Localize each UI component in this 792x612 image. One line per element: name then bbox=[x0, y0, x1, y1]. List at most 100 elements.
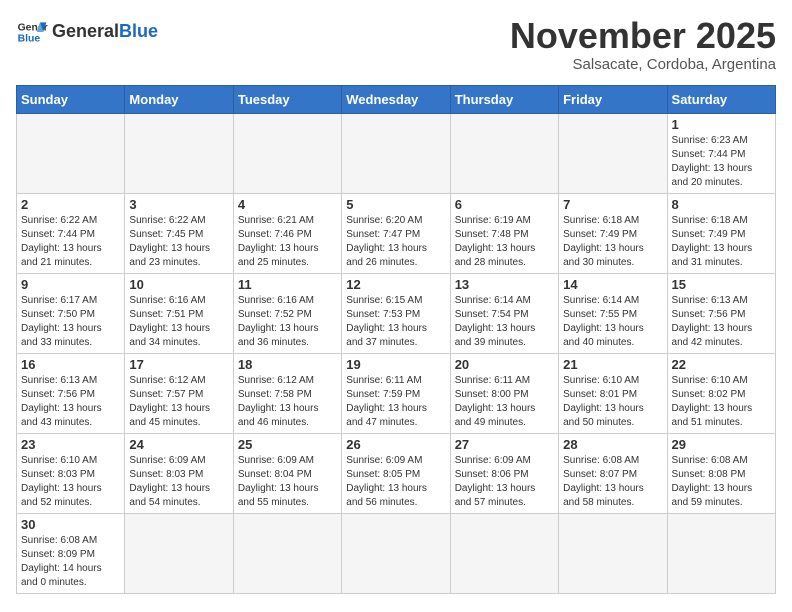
day-info: Sunrise: 6:08 AM Sunset: 8:09 PM Dayligh… bbox=[21, 534, 120, 590]
logo-blue: Blue bbox=[119, 21, 158, 41]
day-number: 29 bbox=[672, 437, 771, 452]
calendar-day-cell bbox=[342, 113, 450, 193]
day-info: Sunrise: 6:17 AM Sunset: 7:50 PM Dayligh… bbox=[21, 294, 120, 350]
day-number: 16 bbox=[21, 357, 120, 372]
day-info: Sunrise: 6:21 AM Sunset: 7:46 PM Dayligh… bbox=[238, 214, 337, 270]
day-number: 15 bbox=[672, 277, 771, 292]
weekday-header-tuesday: Tuesday bbox=[233, 85, 341, 113]
day-number: 24 bbox=[129, 437, 228, 452]
calendar-day-cell: 13 Sunrise: 6:14 AM Sunset: 7:54 PM Dayli… bbox=[450, 273, 558, 353]
day-info: Sunrise: 6:11 AM Sunset: 7:59 PM Dayligh… bbox=[346, 374, 445, 430]
calendar-day-cell: 23Sunrise: 6:10 AM Sunset: 8:03 PM Dayli… bbox=[17, 433, 125, 513]
calendar-day-cell bbox=[125, 513, 233, 593]
header: General Blue GeneralBlue November 2025 S… bbox=[16, 16, 776, 73]
calendar-day-cell: 16 Sunrise: 6:13 AM Sunset: 7:56 PM Dayli… bbox=[17, 353, 125, 433]
calendar-day-cell: 21Sunrise: 6:10 AM Sunset: 8:01 PM Dayli… bbox=[559, 353, 667, 433]
calendar-day-cell: 17Sunrise: 6:12 AM Sunset: 7:57 PM Dayli… bbox=[125, 353, 233, 433]
day-info: Sunrise: 6:13 AM Sunset: 7:56 PM Dayligh… bbox=[21, 374, 120, 430]
day-info: Sunrise: 6:08 AM Sunset: 8:07 PM Dayligh… bbox=[563, 454, 662, 510]
calendar-day-cell: 27Sunrise: 6:09 AM Sunset: 8:06 PM Dayli… bbox=[450, 433, 558, 513]
day-number: 28 bbox=[563, 437, 662, 452]
day-info: Sunrise: 6:22 AM Sunset: 7:44 PM Dayligh… bbox=[21, 214, 120, 270]
day-info: Sunrise: 6:19 AM Sunset: 7:48 PM Dayligh… bbox=[455, 214, 554, 270]
day-number: 1 bbox=[672, 117, 771, 132]
calendar-day-cell bbox=[450, 513, 558, 593]
day-number: 26 bbox=[346, 437, 445, 452]
day-info: Sunrise: 6:15 AM Sunset: 7:53 PM Dayligh… bbox=[346, 294, 445, 350]
day-number: 18 bbox=[238, 357, 337, 372]
calendar-day-cell: 24 Sunrise: 6:09 AM Sunset: 8:03 PM Dayli… bbox=[125, 433, 233, 513]
day-number: 13 bbox=[455, 277, 554, 292]
calendar-day-cell: 26Sunrise: 6:09 AM Sunset: 8:05 PM Dayli… bbox=[342, 433, 450, 513]
calendar-day-cell: 18 Sunrise: 6:12 AM Sunset: 7:58 PM Dayli… bbox=[233, 353, 341, 433]
day-info: Sunrise: 6:12 AM Sunset: 7:57 PM Dayligh… bbox=[129, 374, 228, 430]
day-info: Sunrise: 6:14 AM Sunset: 7:55 PM Dayligh… bbox=[563, 294, 662, 350]
day-number: 14 bbox=[563, 277, 662, 292]
calendar-day-cell bbox=[559, 113, 667, 193]
day-info: Sunrise: 6:11 AM Sunset: 8:00 PM Dayligh… bbox=[455, 374, 554, 430]
day-info: Sunrise: 6:16 AM Sunset: 7:51 PM Dayligh… bbox=[129, 294, 228, 350]
day-info: Sunrise: 6:18 AM Sunset: 7:49 PM Dayligh… bbox=[672, 214, 771, 270]
day-info: Sunrise: 6:20 AM Sunset: 7:47 PM Dayligh… bbox=[346, 214, 445, 270]
calendar-day-cell: 4Sunrise: 6:21 AM Sunset: 7:46 PM Daylig… bbox=[233, 193, 341, 273]
calendar-day-cell: 8Sunrise: 6:18 AM Sunset: 7:49 PM Daylig… bbox=[667, 193, 775, 273]
day-number: 21 bbox=[563, 357, 662, 372]
day-number: 20 bbox=[455, 357, 554, 372]
calendar-week-row-4: 16 Sunrise: 6:13 AM Sunset: 7:56 PM Dayli… bbox=[17, 353, 776, 433]
calendar-day-cell: 5Sunrise: 6:20 AM Sunset: 7:47 PM Daylig… bbox=[342, 193, 450, 273]
svg-text:Blue: Blue bbox=[18, 34, 41, 45]
day-info: Sunrise: 6:10 AM Sunset: 8:02 PM Dayligh… bbox=[672, 374, 771, 430]
logo-general: General bbox=[52, 21, 119, 41]
calendar-day-cell: 19 Sunrise: 6:11 AM Sunset: 7:59 PM Dayli… bbox=[342, 353, 450, 433]
calendar-day-cell: 11Sunrise: 6:16 AM Sunset: 7:52 PM Dayli… bbox=[233, 273, 341, 353]
calendar-day-cell: 25Sunrise: 6:09 AM Sunset: 8:04 PM Dayli… bbox=[233, 433, 341, 513]
day-info: Sunrise: 6:18 AM Sunset: 7:49 PM Dayligh… bbox=[563, 214, 662, 270]
weekday-header-wednesday: Wednesday bbox=[342, 85, 450, 113]
day-number: 11 bbox=[238, 277, 337, 292]
day-number: 9 bbox=[21, 277, 120, 292]
calendar-day-cell bbox=[450, 113, 558, 193]
title-area: November 2025 Salsacate, Cordoba, Argent… bbox=[510, 16, 776, 73]
calendar-day-cell: 29 Sunrise: 6:08 AM Sunset: 8:08 PM Dayli… bbox=[667, 433, 775, 513]
month-title: November 2025 bbox=[510, 16, 776, 56]
calendar-day-cell: 1Sunrise: 6:23 AM Sunset: 7:44 PM Daylig… bbox=[667, 113, 775, 193]
calendar-day-cell: 22 Sunrise: 6:10 AM Sunset: 8:02 PM Dayli… bbox=[667, 353, 775, 433]
day-number: 27 bbox=[455, 437, 554, 452]
calendar-week-row-5: 23Sunrise: 6:10 AM Sunset: 8:03 PM Dayli… bbox=[17, 433, 776, 513]
weekday-header-monday: Monday bbox=[125, 85, 233, 113]
calendar-day-cell bbox=[233, 113, 341, 193]
calendar-day-cell: 9 Sunrise: 6:17 AM Sunset: 7:50 PM Daylig… bbox=[17, 273, 125, 353]
logo: General Blue GeneralBlue bbox=[16, 16, 158, 48]
calendar-day-cell: 6 Sunrise: 6:19 AM Sunset: 7:48 PM Daylig… bbox=[450, 193, 558, 273]
weekday-header-row: SundayMondayTuesdayWednesdayThursdayFrid… bbox=[17, 85, 776, 113]
weekday-header-saturday: Saturday bbox=[667, 85, 775, 113]
calendar-day-cell: 28 Sunrise: 6:08 AM Sunset: 8:07 PM Dayli… bbox=[559, 433, 667, 513]
day-info: Sunrise: 6:09 AM Sunset: 8:04 PM Dayligh… bbox=[238, 454, 337, 510]
calendar-day-cell: 2 Sunrise: 6:22 AM Sunset: 7:44 PM Daylig… bbox=[17, 193, 125, 273]
calendar-day-cell: 3Sunrise: 6:22 AM Sunset: 7:45 PM Daylig… bbox=[125, 193, 233, 273]
calendar-day-cell bbox=[125, 113, 233, 193]
calendar-day-cell: 12 Sunrise: 6:15 AM Sunset: 7:53 PM Dayli… bbox=[342, 273, 450, 353]
day-info: Sunrise: 6:08 AM Sunset: 8:08 PM Dayligh… bbox=[672, 454, 771, 510]
calendar-week-row-3: 9 Sunrise: 6:17 AM Sunset: 7:50 PM Daylig… bbox=[17, 273, 776, 353]
day-info: Sunrise: 6:14 AM Sunset: 7:54 PM Dayligh… bbox=[455, 294, 554, 350]
calendar-day-cell: 20 Sunrise: 6:11 AM Sunset: 8:00 PM Dayli… bbox=[450, 353, 558, 433]
calendar-week-row-2: 2 Sunrise: 6:22 AM Sunset: 7:44 PM Daylig… bbox=[17, 193, 776, 273]
day-number: 2 bbox=[21, 197, 120, 212]
weekday-header-friday: Friday bbox=[559, 85, 667, 113]
day-info: Sunrise: 6:22 AM Sunset: 7:45 PM Dayligh… bbox=[129, 214, 228, 270]
day-number: 10 bbox=[129, 277, 228, 292]
day-number: 19 bbox=[346, 357, 445, 372]
day-number: 30 bbox=[21, 517, 120, 532]
calendar-table: SundayMondayTuesdayWednesdayThursdayFrid… bbox=[16, 85, 776, 594]
logo-text: GeneralBlue bbox=[52, 22, 158, 42]
calendar-day-cell bbox=[233, 513, 341, 593]
day-number: 22 bbox=[672, 357, 771, 372]
weekday-header-sunday: Sunday bbox=[17, 85, 125, 113]
day-info: Sunrise: 6:12 AM Sunset: 7:58 PM Dayligh… bbox=[238, 374, 337, 430]
day-info: Sunrise: 6:13 AM Sunset: 7:56 PM Dayligh… bbox=[672, 294, 771, 350]
day-number: 12 bbox=[346, 277, 445, 292]
day-info: Sunrise: 6:09 AM Sunset: 8:03 PM Dayligh… bbox=[129, 454, 228, 510]
day-number: 6 bbox=[455, 197, 554, 212]
calendar-day-cell bbox=[342, 513, 450, 593]
